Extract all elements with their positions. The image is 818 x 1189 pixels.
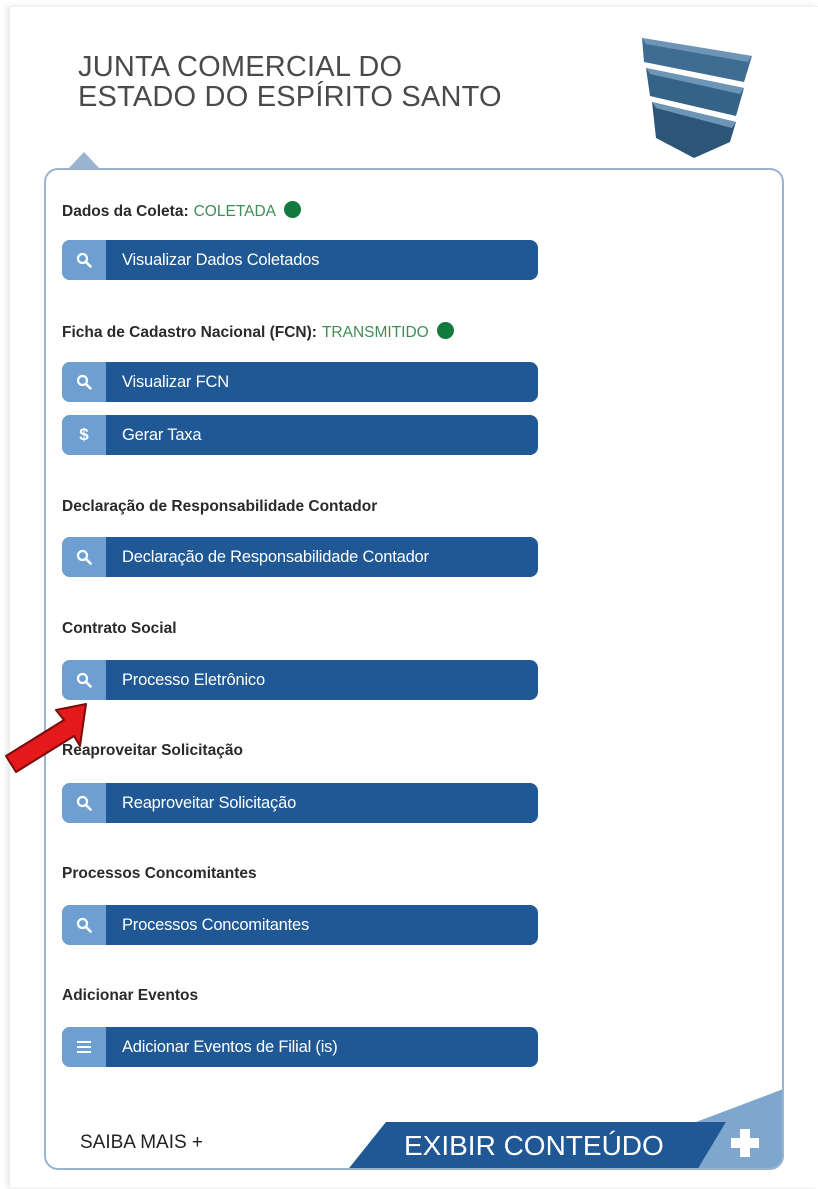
search-icon	[62, 660, 106, 700]
search-icon	[62, 783, 106, 823]
processos-concomitantes-button[interactable]: Processos Concomitantes	[62, 905, 538, 945]
section-fcn: Ficha de Cadastro Nacional (FCN): TRANSMI…	[62, 322, 454, 342]
jucees-logo-icon	[642, 38, 752, 158]
organization-title-line2: ESTADO DO ESPÍRITO SANTO	[78, 81, 502, 113]
red-arrow-icon	[5, 703, 87, 773]
status-dot-icon	[284, 201, 302, 218]
section-declaracao: Declaração de Responsabilidade Contador	[62, 498, 377, 516]
organization-title: JUNTA COMERCIAL DO ESTADO DO ESPÍRITO SA…	[78, 52, 598, 112]
button-label: Declaração de Responsabilidade Contador	[122, 547, 429, 566]
section-dados-coleta: Dados da Coleta: COLETADA	[62, 201, 302, 221]
status-text: COLETADA	[193, 203, 277, 220]
button-label: Processo Eletrônico	[122, 670, 265, 689]
menu-icon	[62, 1027, 106, 1067]
dollar-icon: $	[62, 415, 106, 455]
plus-icon[interactable]	[728, 1126, 762, 1160]
saiba-mais-link[interactable]: SAIBA MAIS +	[80, 1132, 203, 1154]
organization-title-line1: JUNTA COMERCIAL DO	[78, 51, 403, 83]
card-pointer	[68, 152, 100, 169]
gerar-taxa-button[interactable]: $ Gerar Taxa	[62, 415, 538, 455]
section-label: Processos Concomitantes	[62, 865, 257, 882]
button-label: Gerar Taxa	[122, 425, 202, 444]
button-label: Visualizar FCN	[122, 372, 229, 391]
button-label: Processos Concomitantes	[122, 915, 310, 934]
search-icon	[62, 905, 106, 945]
status-text: TRANSMITIDO	[321, 324, 429, 341]
content-card: Dados da Coleta: COLETADA Visualizar Dado…	[44, 168, 784, 1170]
section-label: Declaração de Responsabilidade Contador	[62, 498, 378, 515]
section-label: Contrato Social	[62, 620, 177, 637]
adicionar-eventos-filial-button[interactable]: Adicionar Eventos de Filial (is)	[62, 1027, 538, 1067]
search-icon	[62, 362, 106, 402]
search-icon	[62, 240, 106, 280]
visualizar-dados-coletados-button[interactable]: Visualizar Dados Coletados	[62, 240, 538, 280]
exibir-conteudo-label: EXIBIR CONTEÚDO	[404, 1130, 664, 1161]
visualizar-fcn-button[interactable]: Visualizar FCN	[62, 362, 538, 402]
search-icon	[62, 537, 106, 577]
button-label: Visualizar Dados Coletados	[122, 250, 320, 269]
button-label: Reaproveitar Solicitação	[122, 793, 297, 812]
status-dot-icon	[436, 322, 454, 339]
declaracao-responsabilidade-button[interactable]: Declaração de Responsabilidade Contador	[62, 537, 538, 577]
reaproveitar-solicitacao-button[interactable]: Reaproveitar Solicitação	[62, 783, 538, 823]
section-label: Dados da Coleta:	[62, 203, 189, 220]
section-adicionar-eventos: Adicionar Eventos	[62, 987, 198, 1005]
section-label: Adicionar Eventos	[62, 987, 199, 1004]
section-processos-concomitantes: Processos Concomitantes	[62, 865, 257, 883]
button-label: Adicionar Eventos de Filial (is)	[122, 1037, 338, 1056]
section-label: Ficha de Cadastro Nacional (FCN):	[62, 324, 317, 341]
section-contrato-social: Contrato Social	[62, 620, 177, 638]
processo-eletronico-button[interactable]: Processo Eletrônico	[62, 660, 538, 700]
